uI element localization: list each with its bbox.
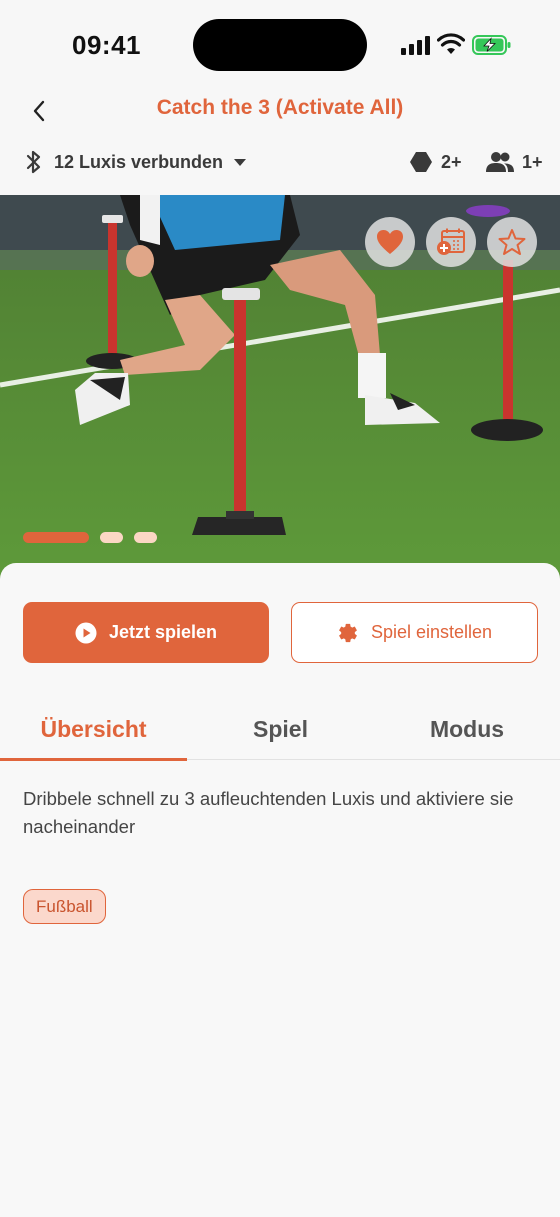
carousel-dot[interactable] [134,532,157,543]
play-circle-icon [75,622,97,643]
sport-tag[interactable]: Fußball [23,889,106,924]
status-time: 09:41 [72,30,141,60]
calendar-add-icon [437,228,465,255]
tab-overview[interactable]: Übersicht [0,698,187,760]
players-value: 1+ [522,151,543,172]
people-icon [486,152,514,172]
heart-icon [377,230,403,254]
status-bar: 09:41 [0,0,560,90]
hero-image-carousel[interactable] [0,195,560,580]
wifi-icon [437,33,465,54]
carousel-dot-active[interactable] [23,532,89,543]
battery-charging-icon [472,35,511,55]
tab-game[interactable]: Spiel [187,698,374,760]
level-indicator: 2+ [409,145,462,179]
play-now-button[interactable]: Jetzt spielen [23,602,269,663]
page-title: Catch the 3 (Activate All) [156,96,404,119]
connection-dropdown[interactable]: 12 Luxis verbunden [24,145,247,179]
bluetooth-icon [26,150,41,174]
favorite-button[interactable] [365,217,415,267]
level-value: 2+ [441,151,462,172]
carousel-dot[interactable] [100,532,123,543]
connection-label: 12 Luxis verbunden [54,151,224,172]
game-description: Dribbele schnell zu 3 aufleuchtenden Lux… [23,788,514,837]
dynamic-island [193,19,367,71]
training-photo [0,195,560,580]
gear-icon [339,623,357,642]
game-detail-sheet: Jetzt spielen Spiel einstellen Übersicht… [0,563,560,1217]
detail-tabs: Übersicht Spiel Modus [0,698,560,761]
active-tab-indicator [0,758,187,761]
caret-down-icon [234,159,247,166]
hexagon-icon [410,152,432,172]
carousel-indicator [23,532,157,543]
add-to-calendar-button[interactable] [426,217,476,267]
bookmark-star-button[interactable] [487,217,537,267]
play-now-label: Jetzt spielen [108,622,218,642]
star-icon [498,229,526,255]
nav-header: Catch the 3 (Activate All) [0,86,560,136]
tab-mode[interactable]: Modus [374,698,560,760]
players-indicator: 1+ [486,145,543,179]
game-info-row: 12 Luxis verbunden 2+ 1+ [0,145,560,179]
cellular-signal-icon [401,35,431,55]
configure-game-button[interactable]: Spiel einstellen [291,602,538,663]
configure-game-label: Spiel einstellen [370,622,493,642]
